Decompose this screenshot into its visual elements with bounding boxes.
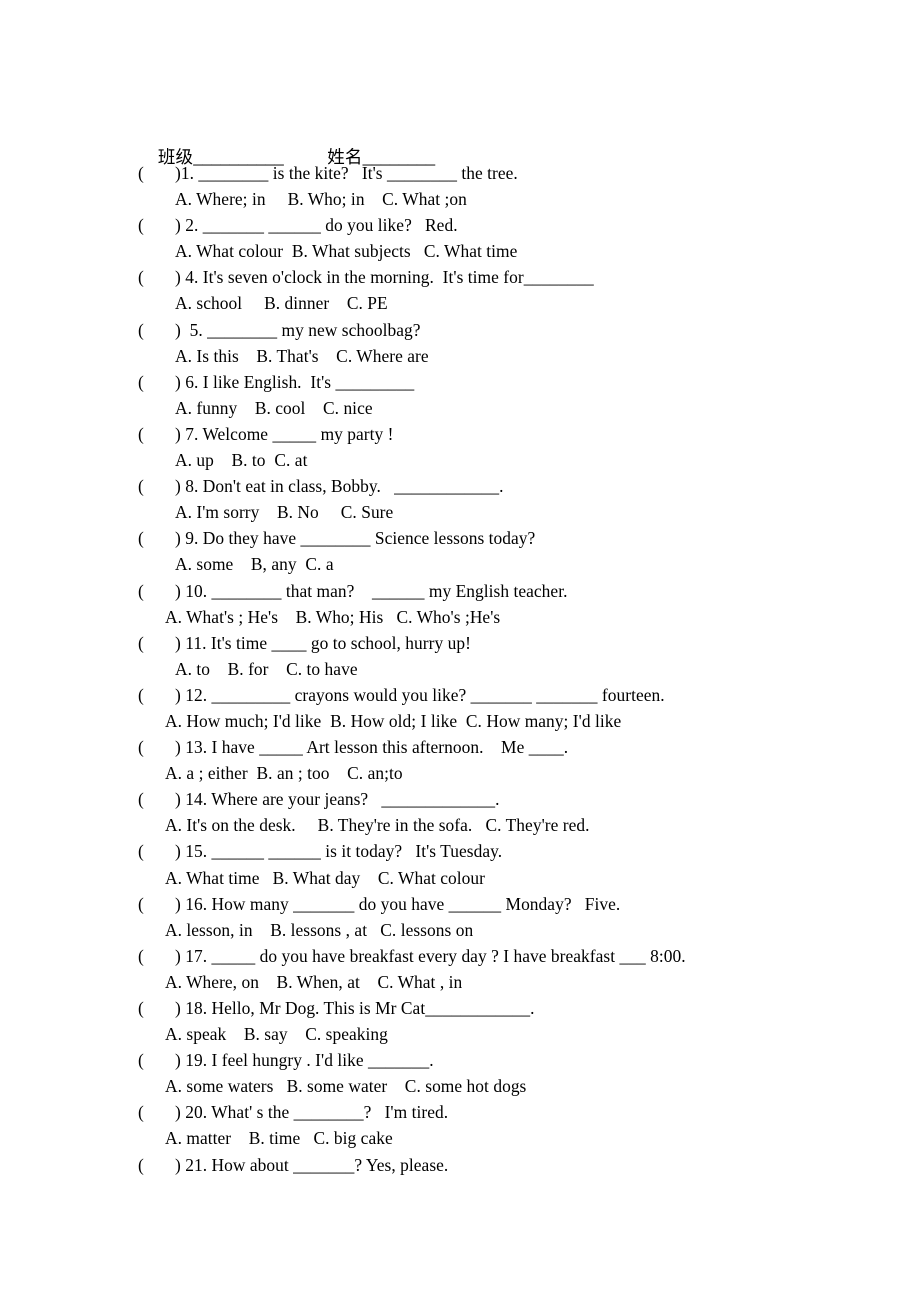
question-line: () 8. Don't eat in class, Bobby. _______… <box>138 473 898 499</box>
answer-bracket[interactable]: ( <box>138 838 175 864</box>
question-options: A. How much; I'd like B. How old; I like… <box>165 710 622 731</box>
answer-bracket[interactable]: ( <box>138 578 175 604</box>
question-stem: ) 12. _________ crayons would you like? … <box>175 684 665 705</box>
question-line: () 21. How about _______? Yes, please. <box>138 1152 898 1178</box>
answer-bracket[interactable]: ( <box>138 1099 175 1125</box>
answer-bracket[interactable]: ( <box>138 525 175 551</box>
question-stem: ) 4. It's seven o'clock in the morning. … <box>175 267 594 288</box>
worksheet-page: 班级__________ 姓名________ ()1. ________ is … <box>0 0 920 1302</box>
question-line: () 10. ________ that man? ______ my Engl… <box>138 578 898 604</box>
question-options: A. lesson, in B. lessons , at C. lessons… <box>165 919 474 940</box>
question-stem: ) 18. Hello, Mr Dog. This is Mr Cat_____… <box>175 998 535 1018</box>
question-line: () 17. _____ do you have breakfast every… <box>138 943 898 969</box>
question-options: A. matter B. time C. big cake <box>165 1128 393 1149</box>
answer-bracket[interactable]: ( <box>138 995 175 1021</box>
question-stem: )1. ________ is the kite? It's ________ … <box>175 163 518 183</box>
question-options: A. to B. for C. to have <box>175 658 358 679</box>
question-options: A. What's ; He's B. Who; His C. Who's ;H… <box>165 606 501 627</box>
question-options: A. It's on the desk. B. They're in the s… <box>165 815 590 836</box>
question-stem: ) 11. It's time ____ go to school, hurry… <box>175 632 471 653</box>
answer-bracket[interactable]: ( <box>138 160 175 186</box>
question-stem: ) 14. Where are your jeans? ____________… <box>175 789 500 810</box>
question-stem: ) 9. Do they have ________ Science lesso… <box>175 528 536 549</box>
question-stem: ) 20. What' s the ________? I'm tired. <box>175 1102 449 1123</box>
answer-bracket[interactable]: ( <box>138 473 175 499</box>
answer-bracket[interactable]: ( <box>138 421 175 447</box>
answer-bracket[interactable]: ( <box>138 212 175 238</box>
question-line: () 12. _________ crayons would you like?… <box>138 682 898 708</box>
answer-bracket[interactable]: ( <box>138 630 175 656</box>
question-stem: ) 10. ________ that man? ______ my Engli… <box>175 580 568 601</box>
question-stem: ) 15. ______ ______ is it today? It's Tu… <box>175 841 503 862</box>
question-stem: ) 21. How about _______? Yes, please. <box>175 1154 449 1175</box>
question-options: A. Where; in B. Who; in C. What ;on <box>175 189 467 210</box>
question-line: () 20. What' s the ________? I'm tired. <box>138 1099 898 1125</box>
answer-bracket[interactable]: ( <box>138 264 175 290</box>
answer-bracket[interactable]: ( <box>138 891 175 917</box>
question-stem: ) 19. I feel hungry . I'd like _______. <box>175 1050 434 1071</box>
question-options: A. What time B. What day C. What colour <box>165 867 486 888</box>
question-line: () 5. ________ my new schoolbag? <box>138 317 898 343</box>
answer-bracket[interactable]: ( <box>138 943 175 969</box>
answer-bracket[interactable]: ( <box>138 1047 175 1073</box>
question-stem: ) 8. Don't eat in class, Bobby. ________… <box>175 476 504 497</box>
question-line: () 9. Do they have ________ Science less… <box>138 525 898 551</box>
question-line: () 14. Where are your jeans? ___________… <box>138 786 898 812</box>
question-list: ()1. ________ is the kite? It's ________… <box>138 160 898 1178</box>
question-line: () 13. I have _____ Art lesson this afte… <box>138 734 898 760</box>
question-line: ()1. ________ is the kite? It's ________… <box>138 160 898 186</box>
question-line: () 4. It's seven o'clock in the morning.… <box>138 264 898 290</box>
answer-bracket[interactable]: ( <box>138 734 175 760</box>
question-options: A. I'm sorry B. No C. Sure <box>175 502 394 523</box>
question-options: A. Is this B. That's C. Where are <box>175 345 429 366</box>
question-line: () 16. How many _______ do you have ____… <box>138 891 898 917</box>
question-options: A. school B. dinner C. PE <box>175 293 388 314</box>
question-options: A. some waters B. some water C. some hot… <box>165 1076 527 1097</box>
question-stem: ) 2. _______ ______ do you like? Red. <box>175 215 458 236</box>
question-line: () 7. Welcome _____ my party ! <box>138 421 898 447</box>
question-line: () 19. I feel hungry . I'd like _______. <box>138 1047 898 1073</box>
question-line: () 11. It's time ____ go to school, hurr… <box>138 630 898 656</box>
answer-bracket[interactable]: ( <box>138 682 175 708</box>
question-stem: ) 6. I like English. It's _________ <box>175 371 415 392</box>
question-stem: ) 16. How many _______ do you have _____… <box>175 893 621 914</box>
question-line: () 18. Hello, Mr Dog. This is Mr Cat____… <box>138 995 898 1021</box>
question-options: A. a ; either B. an ; too C. an;to <box>165 763 403 784</box>
question-stem: ) 7. Welcome _____ my party ! <box>175 423 394 444</box>
question-options: A. up B. to C. at <box>175 450 308 471</box>
question-stem: ) 5. ________ my new schoolbag? <box>175 319 421 340</box>
question-options: A. What colour B. What subjects C. What … <box>175 241 518 262</box>
question-stem: ) 17. _____ do you have breakfast every … <box>175 945 686 966</box>
answer-bracket[interactable]: ( <box>138 369 175 395</box>
question-options: A. Where, on B. When, at C. What , in <box>165 971 463 992</box>
question-line: () 15. ______ ______ is it today? It's T… <box>138 838 898 864</box>
question-options: A. funny B. cool C. nice <box>175 397 373 418</box>
question-options: A. speak B. say C. speaking <box>165 1024 388 1045</box>
question-line: () 2. _______ ______ do you like? Red. <box>138 212 898 238</box>
answer-bracket[interactable]: ( <box>138 317 175 343</box>
question-line: () 6. I like English. It's _________ <box>138 369 898 395</box>
answer-bracket[interactable]: ( <box>138 786 175 812</box>
question-options: A. some B, any C. a <box>175 554 334 575</box>
question-stem: ) 13. I have _____ Art lesson this after… <box>175 737 569 758</box>
answer-bracket[interactable]: ( <box>138 1152 175 1178</box>
